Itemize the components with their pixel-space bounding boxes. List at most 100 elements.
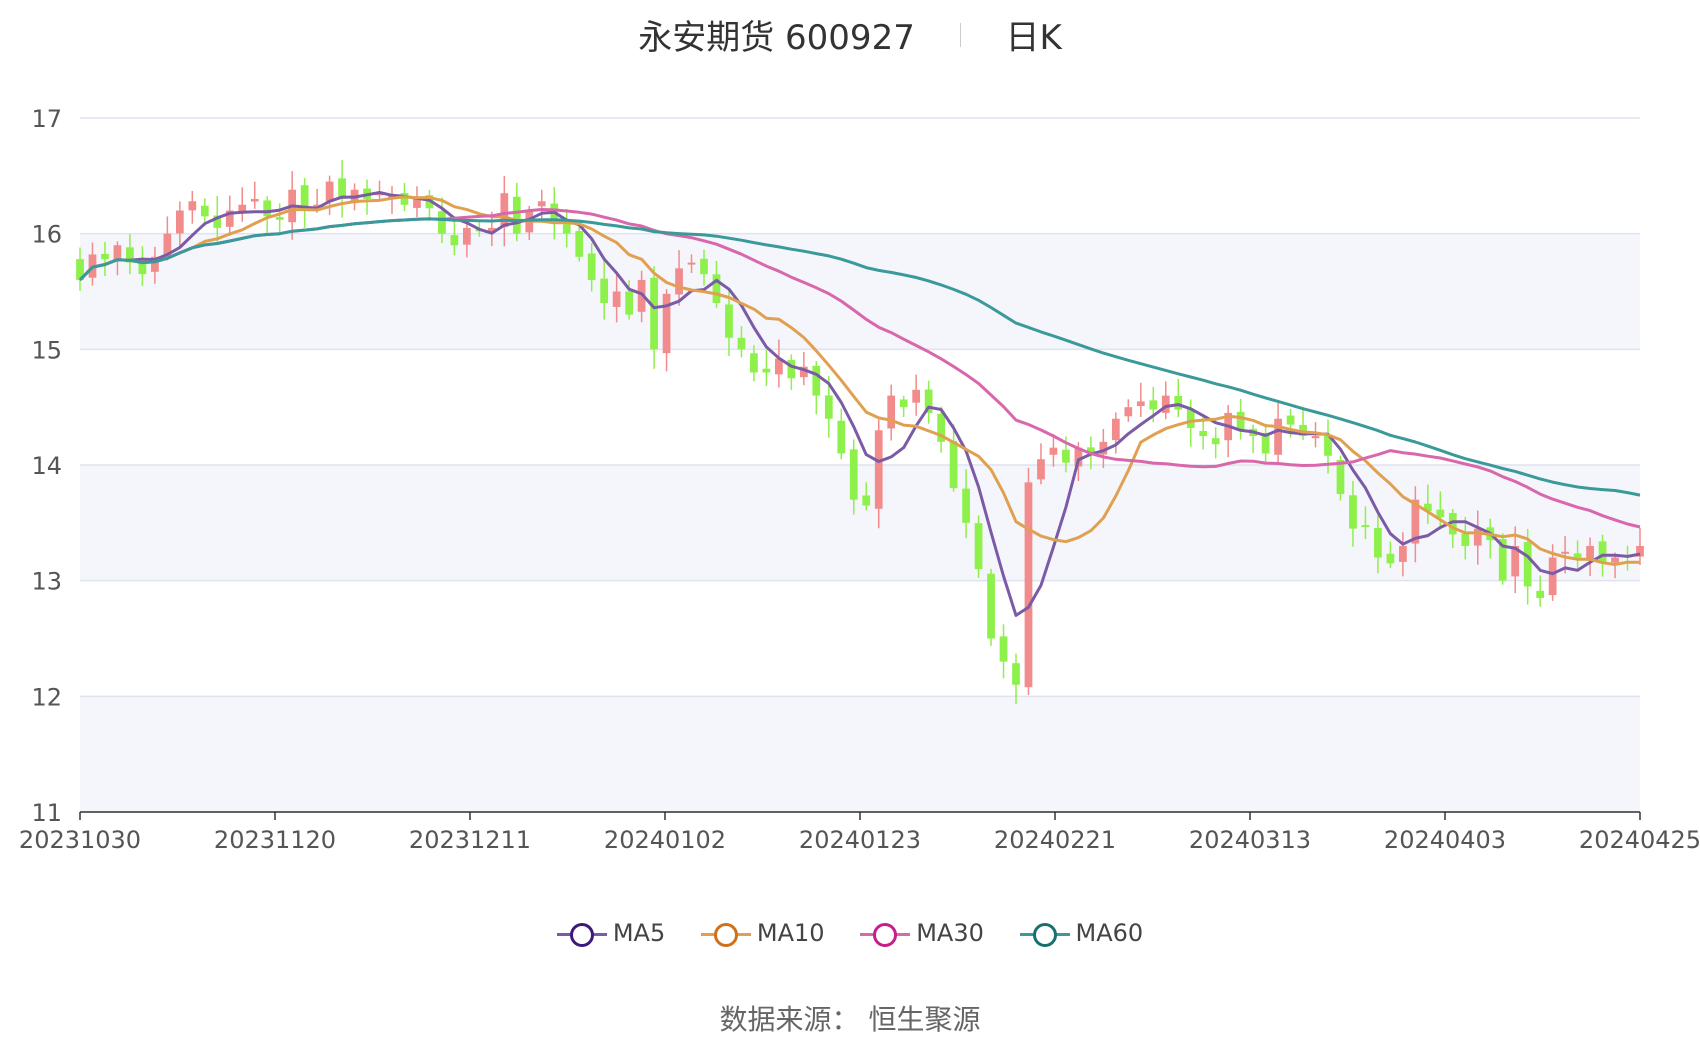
y-tick-label: 15 xyxy=(31,336,62,364)
legend-item-ma5[interactable]: MA5 xyxy=(556,919,665,947)
candle-body xyxy=(912,389,921,403)
y-axis: 17 16 15 14 13 12 11 xyxy=(31,105,62,827)
candle-body xyxy=(500,193,509,228)
legend: MA5 MA10 MA30 MA60 xyxy=(0,918,1700,947)
candlestick-chart: 17161514131211 20231030 20231120 20231211 2… xyxy=(19,105,1700,854)
candle-body xyxy=(1536,590,1545,599)
candle xyxy=(662,289,671,372)
candle xyxy=(987,568,995,646)
legend-marker xyxy=(860,922,911,947)
candle-body xyxy=(899,399,908,408)
candle-body xyxy=(512,196,521,234)
x-tick-label: 20231120 xyxy=(214,826,336,854)
candle-body xyxy=(413,198,421,208)
candle-body xyxy=(1461,533,1470,546)
candle-body xyxy=(625,291,633,315)
candle-body xyxy=(562,224,571,234)
y-tick-label: 17 xyxy=(31,105,62,133)
candle xyxy=(1224,405,1233,458)
candle xyxy=(750,345,758,382)
candle-body xyxy=(1111,418,1120,441)
candle-body xyxy=(1012,663,1020,685)
candle xyxy=(1498,533,1507,585)
legend-marker xyxy=(700,922,751,947)
candle xyxy=(812,361,821,415)
candle-body xyxy=(974,523,983,570)
grid-band xyxy=(80,465,1640,581)
candle xyxy=(238,187,247,222)
y-tick-label: 11 xyxy=(31,799,62,827)
candle-body xyxy=(1573,553,1582,558)
candle xyxy=(887,384,896,441)
candle xyxy=(762,349,771,386)
candle xyxy=(537,189,546,223)
candle-body xyxy=(1274,418,1282,455)
candle-body xyxy=(762,368,771,373)
legend-label: MA60 xyxy=(1075,919,1144,947)
legend-item-ma30[interactable]: MA30 xyxy=(860,919,984,947)
x-tick-label: 20231211 xyxy=(409,826,531,854)
candle-body xyxy=(325,181,334,202)
candle-body xyxy=(1124,407,1133,417)
candle xyxy=(1161,381,1170,420)
candle-body xyxy=(737,337,746,350)
x-tick-label: 20231030 xyxy=(19,826,141,854)
candle xyxy=(188,190,197,224)
grid-band xyxy=(80,696,1640,812)
candle-body xyxy=(849,449,858,500)
candle xyxy=(325,175,334,216)
candle-body xyxy=(250,198,259,202)
candle xyxy=(1174,378,1183,418)
candle-body xyxy=(1174,395,1183,410)
candle-body xyxy=(1349,495,1357,529)
x-tick-label: 20240102 xyxy=(604,826,726,854)
candle-body xyxy=(1336,460,1345,494)
candle-body xyxy=(1523,542,1532,587)
candle xyxy=(250,181,259,209)
legend-marker xyxy=(556,922,607,947)
candle-body xyxy=(113,245,122,260)
candle-body xyxy=(1436,509,1445,518)
candle-body xyxy=(1611,557,1619,563)
candle xyxy=(1261,423,1270,465)
candle xyxy=(999,624,1008,679)
candle xyxy=(425,189,434,221)
candle xyxy=(1037,443,1045,485)
candle-body xyxy=(175,210,184,234)
candle-body xyxy=(1374,527,1382,558)
candle xyxy=(787,354,796,391)
candle xyxy=(1124,399,1133,422)
candle-body xyxy=(463,227,471,245)
candle-body xyxy=(712,274,721,304)
candle xyxy=(1136,382,1145,417)
candle xyxy=(1211,427,1220,459)
candle-body xyxy=(101,253,109,260)
candle-body xyxy=(1548,557,1557,596)
candle-body xyxy=(600,278,609,304)
candle-body xyxy=(662,293,671,354)
y-tick-label: 12 xyxy=(31,683,62,711)
candle xyxy=(974,515,983,578)
candle-body xyxy=(438,211,446,234)
candle-body xyxy=(1361,525,1370,528)
candle-body xyxy=(1399,545,1407,562)
candle-body xyxy=(650,277,658,350)
grid-band xyxy=(80,233,1640,350)
x-tick-label: 20240123 xyxy=(799,826,921,854)
candle-body xyxy=(275,217,284,220)
legend-marker xyxy=(1019,922,1070,947)
candle xyxy=(899,395,908,418)
candle-body xyxy=(987,573,995,639)
candle-body xyxy=(675,268,683,295)
source-value: 恒生聚源 xyxy=(868,1003,981,1036)
candle-body xyxy=(238,204,247,212)
candle-body xyxy=(1236,411,1245,431)
candle-body xyxy=(874,430,883,509)
candle-body xyxy=(1286,415,1295,425)
candle xyxy=(837,408,846,460)
candle-body xyxy=(1037,459,1045,480)
legend-item-ma60[interactable]: MA60 xyxy=(1019,919,1144,947)
legend-item-ma10[interactable]: MA10 xyxy=(700,919,825,947)
candle-body xyxy=(188,201,197,211)
candle xyxy=(1249,424,1257,454)
